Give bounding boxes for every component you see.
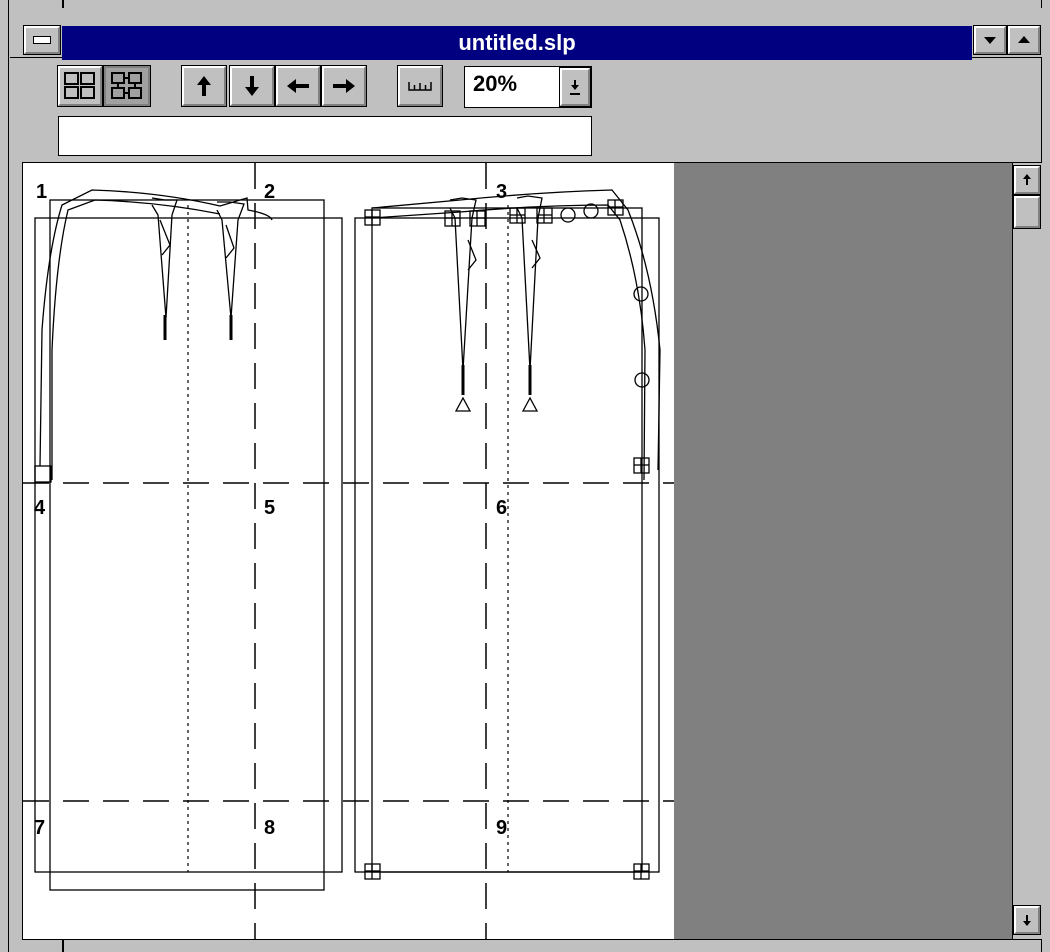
page-label-6: 6 bbox=[496, 497, 507, 519]
arrow-left-icon bbox=[287, 79, 309, 93]
scroll-thumb[interactable] bbox=[1013, 195, 1041, 229]
system-menu-icon bbox=[33, 36, 51, 44]
tile-grid-icon bbox=[64, 72, 95, 99]
system-menu-button[interactable] bbox=[23, 25, 61, 55]
arrow-up-icon bbox=[197, 76, 211, 96]
page-label-9: 9 bbox=[496, 817, 507, 839]
ruler-icon bbox=[408, 82, 432, 91]
minimize-button[interactable] bbox=[973, 25, 1007, 55]
connected-tile-grid-icon bbox=[111, 72, 142, 99]
dropdown-arrow-icon bbox=[570, 80, 580, 95]
maximize-arrow-icon bbox=[1018, 36, 1030, 43]
ruler-button[interactable] bbox=[397, 65, 443, 107]
move-down-button[interactable] bbox=[229, 65, 275, 107]
scroll-up-icon bbox=[1023, 174, 1031, 185]
off-page-area bbox=[674, 163, 1012, 939]
scroll-down-icon bbox=[1023, 915, 1031, 926]
page-label-8: 8 bbox=[264, 817, 275, 839]
move-left-button[interactable] bbox=[275, 65, 321, 107]
connected-tile-view-button[interactable] bbox=[103, 65, 151, 107]
page-label-5: 5 bbox=[264, 497, 275, 519]
frame-edge-bottom bbox=[62, 938, 64, 952]
page-label-1: 1 bbox=[36, 181, 47, 203]
frame-edge-top bbox=[62, 0, 64, 8]
move-up-button[interactable] bbox=[181, 65, 227, 107]
tile-view-button[interactable] bbox=[57, 65, 103, 107]
page-label-4: 4 bbox=[34, 497, 46, 519]
scroll-down-button[interactable] bbox=[1013, 905, 1041, 935]
maximize-button[interactable] bbox=[1007, 25, 1041, 55]
arrow-right-icon bbox=[333, 79, 355, 93]
page-label-7: 7 bbox=[34, 817, 45, 839]
arrow-down-icon bbox=[245, 76, 259, 96]
page-label-2: 2 bbox=[264, 181, 275, 203]
window-title: untitled.slp bbox=[62, 26, 972, 60]
page-label-3: 3 bbox=[496, 181, 507, 203]
zoom-dropdown-button[interactable] bbox=[559, 67, 591, 107]
status-field bbox=[58, 116, 592, 156]
minimize-arrow-icon bbox=[984, 37, 996, 44]
pattern-canvas: 1 2 3 4 5 6 7 8 9 bbox=[23, 163, 674, 939]
scroll-up-button[interactable] bbox=[1013, 165, 1041, 195]
vertical-scrollbar[interactable] bbox=[1012, 163, 1042, 939]
move-right-button[interactable] bbox=[321, 65, 367, 107]
